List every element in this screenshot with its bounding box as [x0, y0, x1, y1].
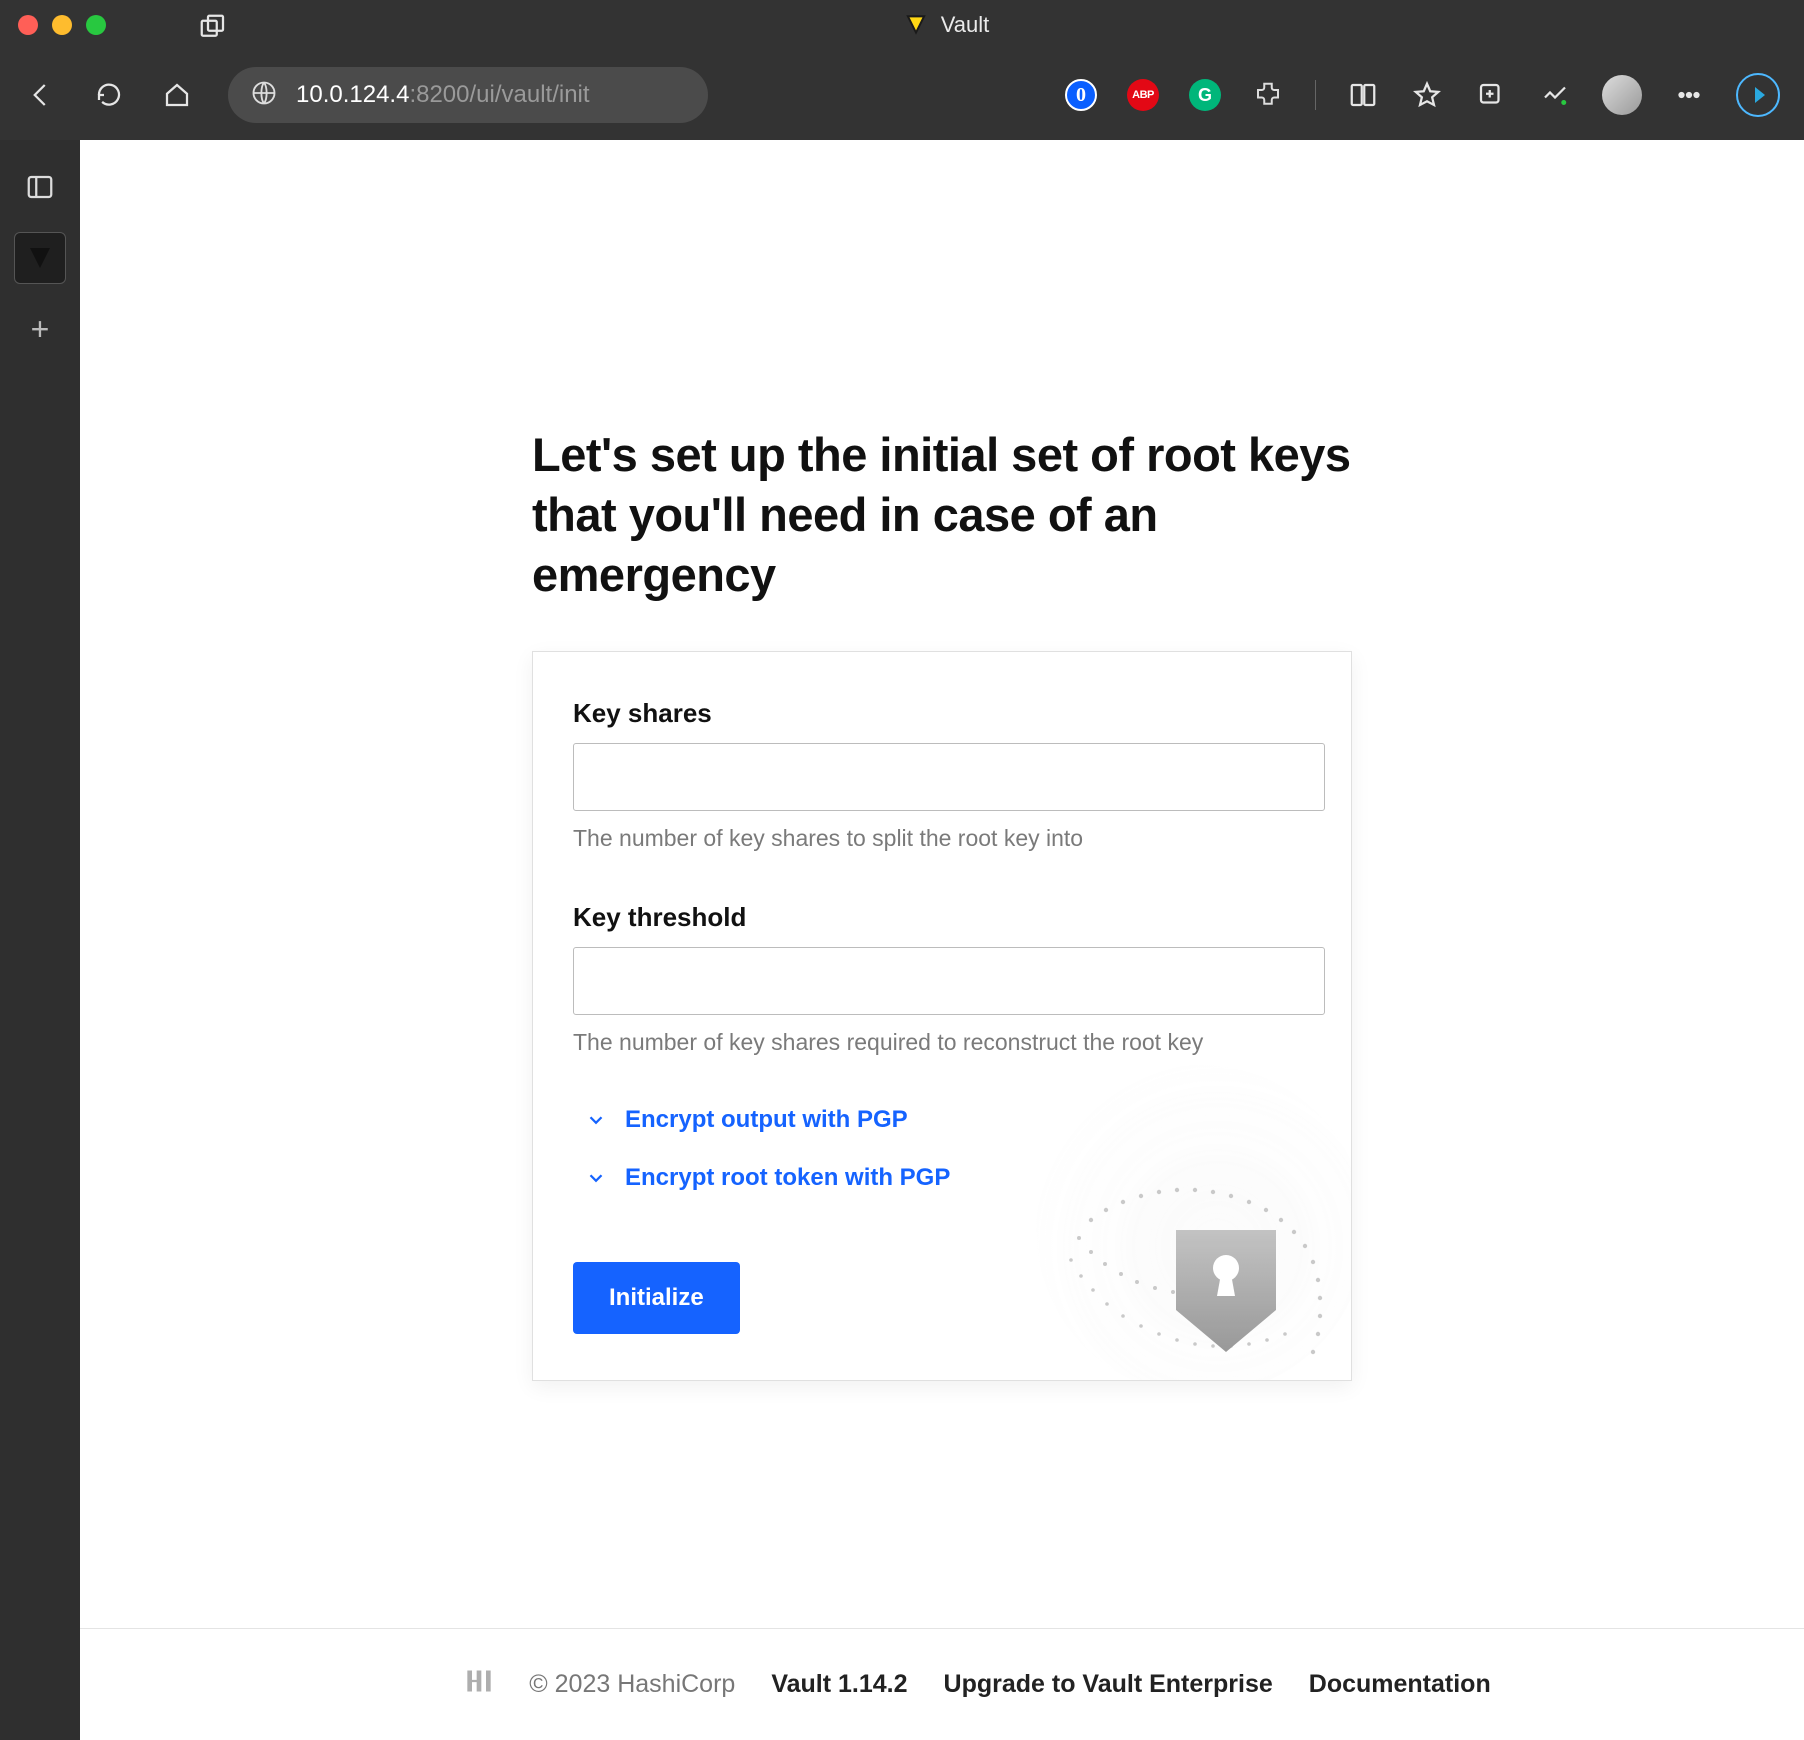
encrypt-root-token-pgp-toggle[interactable]: Encrypt root token with PGP — [585, 1164, 1311, 1192]
sidebar-tab-vault[interactable] — [14, 232, 66, 284]
copilot-button[interactable] — [1736, 73, 1780, 117]
url-bar[interactable]: 10.0.124.4:8200/ui/vault/init — [228, 67, 708, 123]
init-form-card: Key shares The number of key shares to s… — [532, 651, 1352, 1381]
hashicorp-logo-icon — [465, 1667, 493, 1702]
tab-title: Vault — [941, 12, 990, 38]
favorites-button[interactable] — [1410, 78, 1444, 112]
extensions-button[interactable] — [1251, 78, 1285, 112]
browser-chrome: Vault 10.0.124.4:8200/ui/vault/init 0 AB… — [0, 0, 1804, 140]
sidebar-toggle-icon[interactable] — [19, 166, 61, 208]
page-footer: © 2023 HashiCorp Vault 1.14.2 Upgrade to… — [80, 1628, 1804, 1740]
reload-button[interactable] — [92, 78, 126, 112]
key-threshold-label: Key threshold — [573, 902, 1311, 933]
key-shares-label: Key shares — [573, 698, 1311, 729]
key-shares-help: The number of key shares to split the ro… — [573, 825, 1311, 852]
site-info-icon[interactable] — [250, 79, 278, 112]
vault-favicon — [903, 12, 929, 38]
more-menu-button[interactable] — [1672, 78, 1706, 112]
encrypt-root-token-pgp-label: Encrypt root token with PGP — [625, 1164, 950, 1192]
ext-grammarly-icon[interactable]: G — [1189, 79, 1221, 111]
key-threshold-input[interactable] — [573, 947, 1325, 1015]
initialize-button[interactable]: Initialize — [573, 1262, 740, 1334]
footer-upgrade-link[interactable]: Upgrade to Vault Enterprise — [944, 1670, 1273, 1699]
collections-button[interactable] — [1474, 78, 1508, 112]
url-text: 10.0.124.4:8200/ui/vault/init — [296, 81, 590, 109]
chevron-down-icon — [585, 1109, 607, 1131]
page-heading: Let's set up the initial set of root key… — [532, 425, 1352, 605]
home-button[interactable] — [160, 78, 194, 112]
window-minimize-button[interactable] — [52, 15, 72, 35]
ext-1password-icon[interactable]: 0 — [1065, 79, 1097, 111]
footer-version: Vault 1.14.2 — [771, 1670, 907, 1699]
key-threshold-help: The number of key shares required to rec… — [573, 1029, 1311, 1056]
profile-avatar[interactable] — [1602, 75, 1642, 115]
encrypt-output-pgp-toggle[interactable]: Encrypt output with PGP — [585, 1106, 1311, 1134]
chevron-down-icon — [585, 1167, 607, 1189]
page-content: Let's set up the initial set of root key… — [80, 140, 1804, 1740]
key-shares-input[interactable] — [573, 743, 1325, 811]
footer-copyright: © 2023 HashiCorp — [529, 1670, 735, 1699]
footer-documentation-link[interactable]: Documentation — [1309, 1670, 1491, 1699]
ext-adblock-icon[interactable]: ABP — [1127, 79, 1159, 111]
encrypt-output-pgp-label: Encrypt output with PGP — [625, 1106, 908, 1134]
performance-button[interactable] — [1538, 78, 1572, 112]
tab-group-icon[interactable] — [196, 10, 230, 44]
window-maximize-button[interactable] — [86, 15, 106, 35]
reader-mode-button[interactable] — [1346, 78, 1380, 112]
toolbar-separator — [1315, 80, 1316, 110]
sidebar-add-tab[interactable]: + — [19, 308, 61, 350]
back-button[interactable] — [24, 78, 58, 112]
window-close-button[interactable] — [18, 15, 38, 35]
browser-sidebar: + — [0, 140, 80, 1740]
